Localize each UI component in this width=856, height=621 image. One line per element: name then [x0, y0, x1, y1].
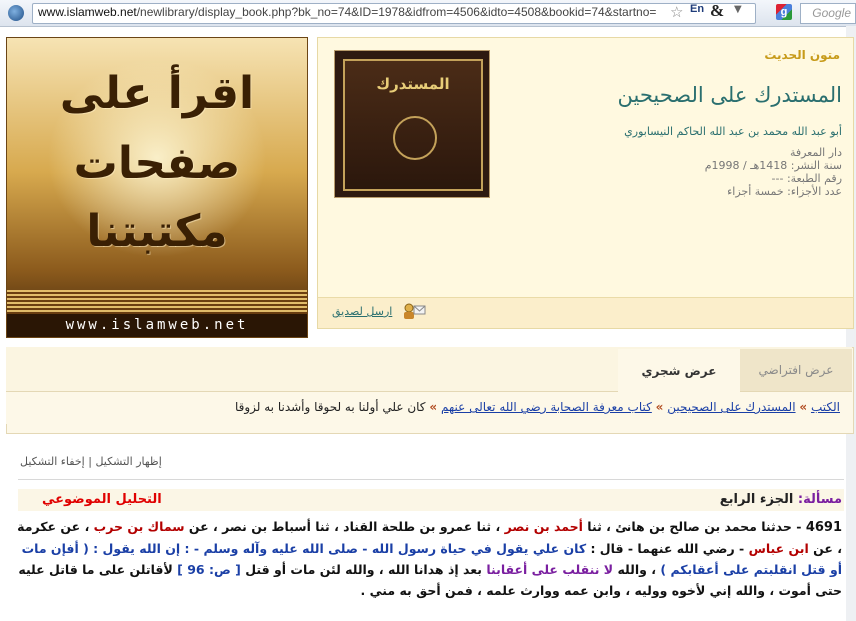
banner-line-1: اقرأ على [59, 68, 255, 119]
search-placeholder: Google [812, 6, 851, 20]
toggle-divider: | [88, 455, 92, 468]
tab-default-view[interactable]: عرض افتراضي [740, 349, 852, 391]
masala-value: الجزء الرابع [719, 492, 794, 507]
banner-line-3: مكتبتنا [86, 206, 228, 257]
breadcrumb: الكتب » المستدرك على الصحيحين » كتاب معر… [235, 400, 840, 414]
book-category[interactable]: متون الحديث [764, 48, 840, 62]
topical-analysis-link[interactable]: التحليل الموضوعي [42, 492, 162, 507]
hide-tashkeel-link[interactable]: إخفاء التشكيل [20, 455, 85, 468]
banner-line-2: صفحات [73, 138, 241, 189]
cover-ornament-icon [393, 116, 437, 160]
hadith-text-part: - حدثنا محمد بن صالح بن هانئ ، ثنا [582, 519, 806, 534]
send-mail-icon[interactable] [402, 302, 426, 320]
hadith-number: 4691 [805, 520, 842, 535]
language-badge[interactable]: En [690, 3, 704, 15]
banner-site-url: www.islamweb.net [7, 314, 307, 337]
tab-tree-view[interactable]: عرض شجري [618, 349, 740, 392]
book-info-footer [317, 297, 854, 329]
book-volumes: عدد الأجزاء: خمسة أجزاء [727, 185, 842, 198]
breadcrumb-section-link[interactable]: كتاب معرفة الصحابة رضي الله تعالى عنهم [441, 400, 652, 414]
breadcrumb-separator: » [799, 400, 808, 414]
chevron-down-icon[interactable]: ▼ [734, 4, 742, 15]
library-banner[interactable]: اقرأ على صفحات مكتبتنا www.islamweb.net [6, 37, 308, 338]
book-cover-frame: المستدرك [343, 59, 483, 191]
book-cover-title: المستدرك [376, 75, 450, 93]
highlighted-phrase: لا ننقلب على أعقابنا [486, 562, 614, 577]
show-tashkeel-link[interactable]: إظهار التشكيل [95, 455, 161, 468]
ampersand-icon[interactable]: & [710, 1, 724, 21]
search-input[interactable]: Google [800, 3, 856, 24]
book-pub-year: سنة النشر: 1418هـ / 1998م [704, 159, 842, 172]
narrator-link[interactable]: سماك بن حرب [94, 519, 185, 534]
book-author[interactable]: أبو عبد الله محمد بن عبد الله الحاكم الن… [624, 125, 842, 138]
masala-label: مسألة: [797, 492, 842, 507]
hadith-text-part: - رضي الله عنهما - قال : [586, 541, 749, 556]
book-publisher: دار المعرفة [789, 146, 842, 159]
tashkeel-toggles: إظهار التشكيل | إخفاء التشكيل [20, 455, 162, 468]
send-to-friend-link[interactable]: ارسل لصديق [332, 305, 392, 318]
url-host: www.islamweb.net [38, 5, 137, 19]
narrator-link[interactable]: أحمد بن نصر [505, 519, 583, 534]
breadcrumb-book-link[interactable]: المستدرك على الصحيحين [667, 400, 795, 414]
breadcrumb-separator: » [429, 400, 438, 414]
google-icon[interactable]: g [776, 4, 792, 20]
breadcrumb-separator: » [655, 400, 664, 414]
book-cover: المستدرك [334, 50, 490, 198]
hadith-text: 4691 - حدثنا محمد بن صالح بن هانئ ، ثنا … [16, 516, 842, 601]
masala-heading: مسألة: الجزء الرابع [720, 492, 842, 507]
address-url[interactable]: www.islamweb.net/newlibrary/display_book… [38, 5, 670, 19]
banner-stripes [7, 290, 307, 314]
book-title: المستدرك على الصحيحين [617, 83, 842, 107]
divider [18, 479, 844, 480]
url-path: /newlibrary/display_book.php?bk_no=74&ID… [136, 5, 657, 19]
breadcrumb-current: كان علي أولنا به لحوقا وأشدنا به لزوقا [234, 400, 426, 414]
page-marker: [ ص: 96 ] [177, 562, 241, 577]
book-edition: رقم الطبعة: --- [771, 172, 842, 185]
hadith-text-part: ، ثنا عمرو بن طلحة القناد ، ثنا أسباط بن… [184, 519, 505, 534]
hadith-text-part: ، والله [613, 562, 661, 577]
bookmark-star-icon[interactable]: ☆ [670, 3, 683, 21]
site-favicon-icon [8, 5, 24, 21]
narrator-link[interactable]: ابن عباس [749, 541, 809, 556]
breadcrumb-root-link[interactable]: الكتب [811, 400, 840, 414]
hadith-text-part: بعد إذ هدانا الله ، والله لئن مات أو قتل [240, 562, 487, 577]
